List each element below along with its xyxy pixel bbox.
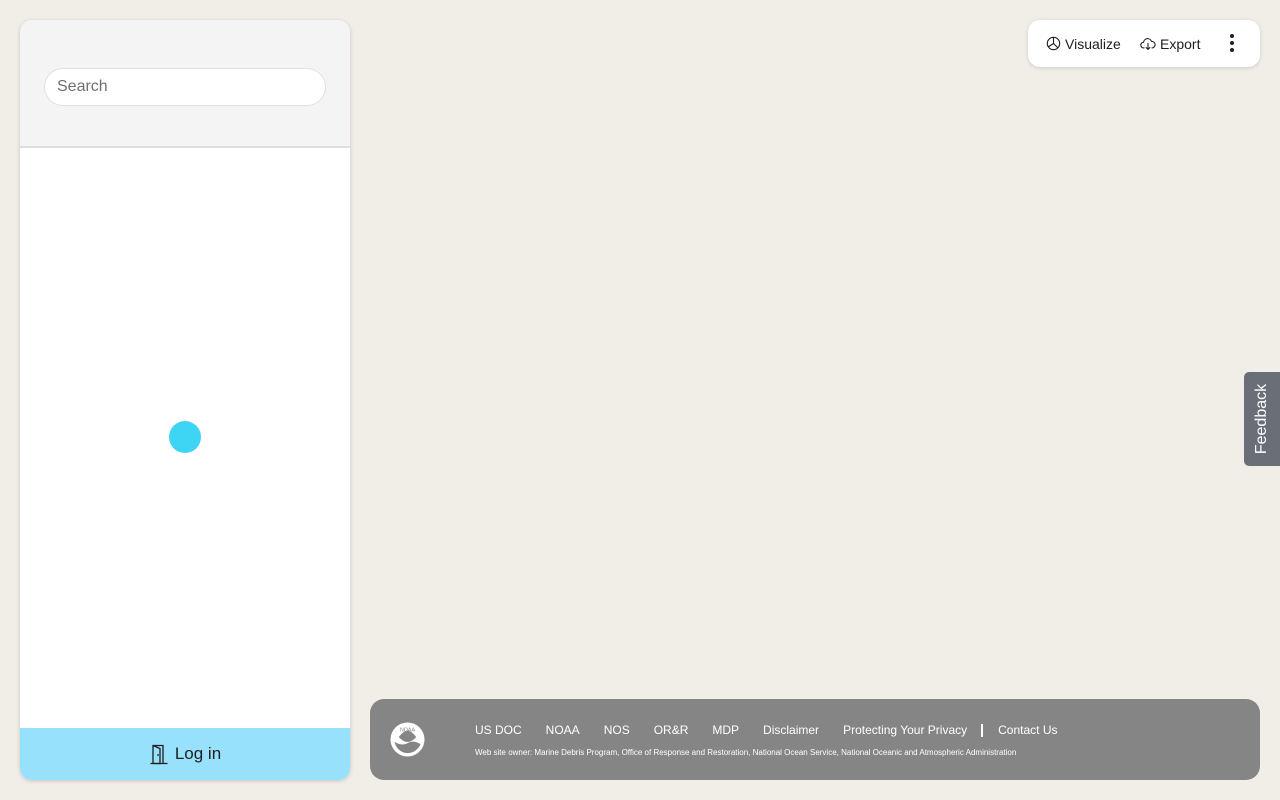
feedback-tab[interactable]: Feedback: [1244, 372, 1280, 466]
noaa-logo: NOAA: [390, 722, 425, 757]
door-icon: [150, 744, 168, 765]
map-toolbar: Visualize Export: [1028, 20, 1260, 67]
export-button[interactable]: Export: [1140, 20, 1200, 67]
login-button[interactable]: Log in: [20, 728, 350, 780]
visualize-button[interactable]: Visualize: [1046, 20, 1121, 67]
feedback-label: Feedback: [1253, 383, 1271, 455]
footer-divider: [981, 723, 984, 737]
footer-link-nos[interactable]: NOS: [604, 723, 630, 737]
export-label: Export: [1160, 35, 1201, 52]
footer-link-orr[interactable]: OR&R: [654, 723, 689, 737]
more-vertical-icon[interactable]: [1220, 31, 1244, 55]
cloud-download-icon: [1140, 38, 1156, 51]
pie-chart-icon: [1046, 36, 1061, 51]
sidebar-panel: Log in: [20, 20, 350, 780]
footer-owner-text: Web site owner: Marine Debris Program, O…: [475, 748, 1017, 757]
footer-links: US DOC NOAA NOS OR&R MDP Disclaimer Prot…: [475, 723, 1082, 737]
sidebar-header: [20, 20, 350, 148]
footer-link-noaa[interactable]: NOAA: [546, 723, 580, 737]
search-input[interactable]: [44, 68, 326, 106]
footer-link-mdp[interactable]: MDP: [712, 723, 739, 737]
footer-link-us-doc[interactable]: US DOC: [475, 723, 522, 737]
footer-link-disclaimer[interactable]: Disclaimer: [763, 723, 819, 737]
login-label: Log in: [174, 744, 222, 763]
footer-link-privacy[interactable]: Protecting Your Privacy: [843, 723, 967, 737]
noaa-logo-text: NOAA: [400, 727, 416, 733]
visualize-label: Visualize: [1065, 35, 1121, 52]
site-footer: NOAA US DOC NOAA NOS OR&R MDP Disclaimer…: [370, 699, 1260, 780]
footer-link-contact[interactable]: Contact Us: [998, 723, 1057, 737]
loading-spinner: [169, 421, 201, 453]
